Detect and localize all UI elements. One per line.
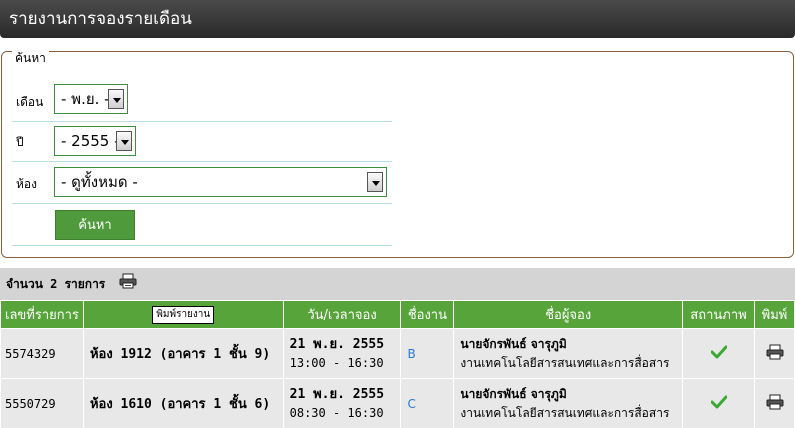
col-print: พิมพ์	[754, 300, 795, 329]
row-id: 5550729	[0, 378, 84, 428]
year-label: ปี	[16, 135, 24, 149]
col-status[interactable]: สถานภาพ	[682, 300, 755, 329]
col-work[interactable]: ชื่องาน	[400, 300, 455, 329]
col-room: พิมพ์รายงาน	[82, 300, 284, 329]
tooltip-print-report: พิมพ์รายงาน	[152, 305, 215, 324]
row-print	[754, 328, 795, 379]
check-icon	[710, 345, 728, 358]
page-title-bar: รายงานการจองรายเดือน	[0, 0, 795, 38]
page-title: รายงานการจองรายเดือน	[9, 9, 192, 29]
row-booker-name: นายจักรพันธ์ จารุภูมิ	[460, 386, 567, 401]
result-count: จำนวน 2 รายการ	[6, 277, 106, 291]
chevron-down-icon[interactable]	[108, 89, 124, 109]
col-booker[interactable]: ชื่อผู้จอง	[453, 300, 684, 329]
month-select-value: - พ.ย. -	[61, 90, 110, 108]
row-booker-unit: งานเทคโนโลยีสารสนเทศและการสื่อสาร	[460, 355, 670, 370]
row-status	[682, 328, 755, 379]
result-count-bar: จำนวน 2 รายการ	[0, 268, 795, 300]
row-room: ห้อง 1610 (อาคาร 1 ชั้น 6)	[82, 378, 284, 428]
table-header-row: เลขที่รายการ พิมพ์รายงาน วัน/เวลาจอง ชื่…	[0, 300, 795, 329]
month-label: เดือน	[16, 95, 44, 109]
chevron-down-icon[interactable]	[367, 172, 383, 192]
row-date: 21 พ.ย. 2555	[289, 386, 385, 402]
printer-icon[interactable]	[766, 394, 784, 410]
room-select-value: - ดูทั้งหมด -	[61, 173, 138, 191]
booking-table: เลขที่รายการ พิมพ์รายงาน วัน/เวลาจอง ชื่…	[0, 300, 795, 428]
row-status	[682, 378, 755, 428]
row-datetime: 21 พ.ย. 2555 08:30 - 16:30	[282, 378, 402, 428]
col-datetime[interactable]: วัน/เวลาจอง	[282, 300, 402, 329]
search-legend: ค้นหา	[12, 51, 49, 65]
row-work-link[interactable]: C	[400, 378, 455, 428]
row-date: 21 พ.ย. 2555	[289, 336, 385, 352]
year-select[interactable]: - 2555 -	[54, 126, 136, 156]
check-icon	[710, 395, 728, 408]
row-room: ห้อง 1912 (อาคาร 1 ชั้น 9)	[82, 328, 284, 379]
row-booker-name: นายจักรพันธ์ จารุภูมิ	[460, 336, 567, 351]
row-print	[754, 378, 795, 428]
month-select[interactable]: - พ.ย. -	[54, 84, 128, 114]
chevron-down-icon[interactable]	[116, 131, 132, 151]
row-booker-unit: งานเทคโนโลยีสารสนเทศและการสื่อสาร	[460, 405, 670, 420]
col-report-no: เลขที่รายการ	[0, 300, 84, 329]
row-id: 5574329	[0, 328, 84, 379]
printer-icon[interactable]	[766, 344, 784, 360]
row-datetime: 21 พ.ย. 2555 13:00 - 16:30	[282, 328, 402, 379]
row-work-link[interactable]: B	[400, 328, 455, 379]
row-booker: นายจักรพันธ์ จารุภูมิ งานเทคโนโลยีสารสนเ…	[453, 378, 684, 428]
table-row: 5550729 ห้อง 1610 (อาคาร 1 ชั้น 6) 21 พ.…	[0, 378, 795, 428]
row-time: 13:00 - 16:30	[289, 355, 384, 370]
search-button[interactable]: ค้นหา	[55, 210, 135, 240]
row-booker: นายจักรพันธ์ จารุภูมิ งานเทคโนโลยีสารสนเ…	[453, 328, 684, 379]
room-label: ห้อง	[16, 177, 37, 191]
row-time: 08:30 - 16:30	[289, 405, 384, 420]
room-select[interactable]: - ดูทั้งหมด -	[54, 167, 387, 197]
table-row: 5574329 ห้อง 1912 (อาคาร 1 ชั้น 9) 21 พ.…	[0, 328, 795, 379]
year-select-value: - 2555 -	[61, 132, 120, 150]
printer-icon[interactable]	[119, 269, 137, 301]
